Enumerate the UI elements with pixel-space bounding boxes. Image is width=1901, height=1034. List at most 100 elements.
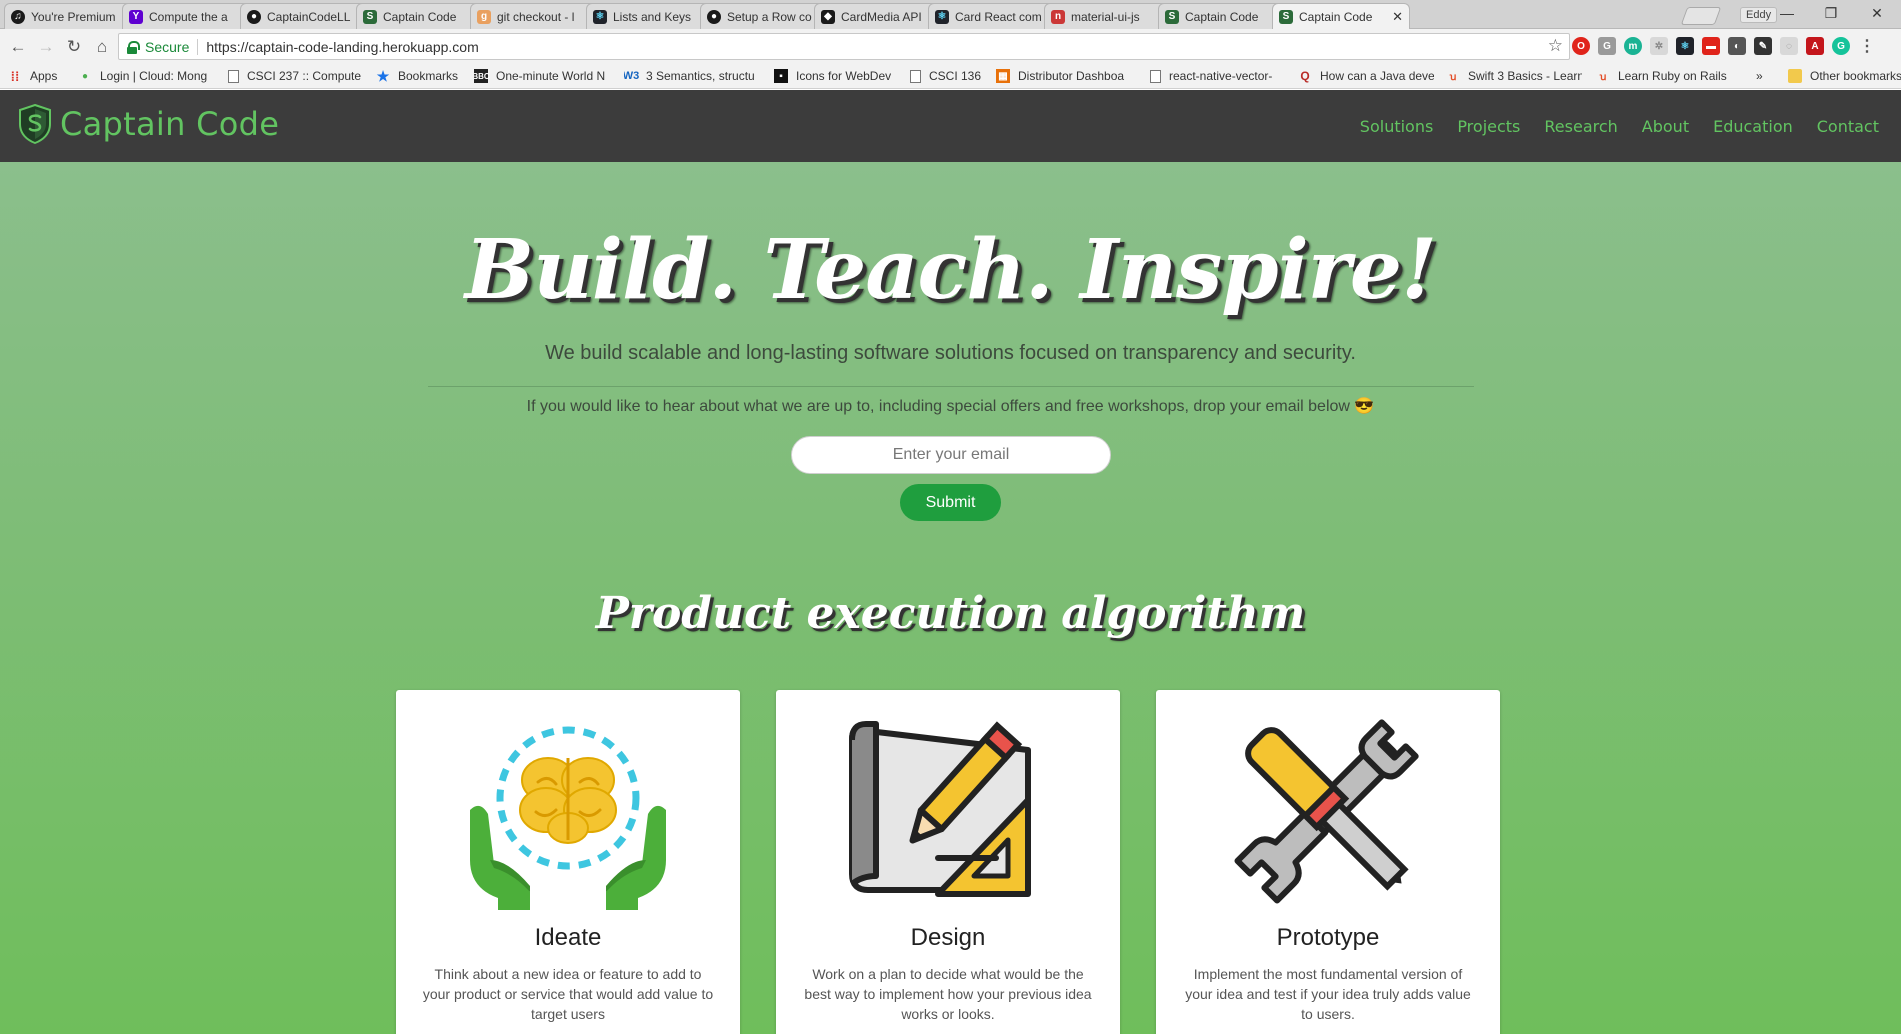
bookmark-item[interactable]: Other bookmarks — [1788, 69, 1901, 83]
nav-link-contact[interactable]: Contact — [1817, 117, 1879, 136]
tab-label: Compute the a — [149, 9, 228, 24]
github-icon: ● — [247, 9, 261, 24]
git-icon: g — [477, 9, 491, 24]
nav-link-solutions[interactable]: Solutions — [1360, 117, 1434, 136]
minimize-icon[interactable]: — — [1766, 2, 1808, 24]
bookmark-label: Bookmarks — [398, 69, 459, 83]
shield-icon: S — [363, 9, 377, 24]
reload-icon[interactable]: ↻ — [60, 37, 88, 57]
page-icon — [910, 69, 921, 83]
close-icon[interactable]: ✕ — [1392, 9, 1403, 25]
home-icon[interactable]: ⌂ — [88, 37, 116, 57]
forward-icon[interactable]: → — [32, 37, 60, 57]
bookmark-item[interactable]: BBC One-minute World N — [474, 69, 606, 83]
tab-label: You're Premium — [31, 9, 116, 24]
screwdriver-wrench-icon — [1234, 719, 1419, 904]
process-card-ideate: Ideate Think about a new idea or feature… — [396, 690, 740, 1034]
bookmark-item[interactable]: CSCI 136 — [910, 69, 981, 83]
bookmark-item[interactable]: ⁞⁞ Apps — [8, 69, 58, 83]
bookmark-star-icon[interactable]: ☆ — [1548, 36, 1563, 56]
browser-tab-strip: ♫ You're Premium ✕ Y Compute the a ✕ ● C… — [0, 0, 1901, 29]
shield-icon: S — [1279, 9, 1293, 24]
page-icon — [228, 69, 239, 83]
apps-grid-icon: ⁞⁞ — [10, 69, 20, 83]
tab-label: git checkout - l — [497, 9, 575, 24]
browser-tab-active[interactable]: S Captain Code ✕ — [1272, 3, 1410, 29]
folder-icon — [1788, 69, 1802, 83]
process-card-design: Design Work on a plan to decide what wou… — [776, 690, 1120, 1034]
restore-icon[interactable]: ❐ — [1810, 2, 1852, 24]
brand-name: Captain Code — [60, 105, 280, 143]
pdf-icon[interactable]: A — [1806, 37, 1824, 55]
menu-icon[interactable]: ⋮ — [1858, 37, 1876, 55]
bookmark-item[interactable]: Q How can a Java deve — [1298, 69, 1434, 83]
bookmark-item[interactable]: react-native-vector- — [1150, 69, 1286, 83]
hero-subtitle: We build scalable and long-lasting softw… — [545, 342, 1356, 364]
bookmark-label: Other bookmarks — [1810, 69, 1901, 83]
bookmark-item[interactable]: ▦ Distributor Dashboa — [996, 69, 1134, 83]
bookmark-item[interactable]: ● Login | Cloud: Mong — [78, 69, 213, 83]
bookmark-item[interactable]: ꭒ Swift 3 Basics - Learn — [1446, 69, 1582, 83]
extension-icon[interactable]: ✎ — [1754, 37, 1772, 55]
divider — [197, 38, 199, 55]
close-window-icon[interactable]: ✕ — [1856, 2, 1898, 24]
more-bookmarks-button[interactable]: » — [1756, 69, 1763, 83]
tab-label: Captain Code — [1299, 9, 1373, 24]
bbc-icon: BBC — [474, 69, 490, 83]
address-bar[interactable]: Secure https://captain-code-landing.hero… — [118, 33, 1570, 60]
bookmark-item[interactable]: ▪ Icons for WebDev — [774, 69, 891, 83]
nav-link-research[interactable]: Research — [1544, 117, 1617, 136]
hero-section: Build. Teach. Inspire! We build scalable… — [0, 162, 1901, 1034]
extension-icon[interactable]: ◐ — [1728, 37, 1746, 55]
react-devtools-icon[interactable]: ⚛ — [1676, 37, 1694, 55]
bookmark-label: One-minute World N — [496, 69, 606, 83]
bookmark-item[interactable]: ★ Bookmarks — [376, 69, 458, 83]
react-icon: ⚛ — [935, 9, 949, 24]
extension-icon[interactable]: m — [1624, 37, 1642, 55]
tab-label: CaptainCodeLL — [267, 9, 351, 24]
address-toolbar: ← → ↻ ⌂ Secure https://captain-code-land… — [0, 29, 1901, 65]
tab-label: CardMedia API — [841, 9, 922, 24]
newsletter-note: If you would like to hear about what we … — [526, 398, 1375, 415]
treehouse-icon: ꭒ — [1449, 72, 1457, 83]
shield-icon: S — [1165, 9, 1179, 24]
bookmark-label: How can a Java deve — [1320, 69, 1434, 83]
url-text[interactable]: https://captain-code-landing.herokuapp.c… — [206, 39, 478, 55]
material-ui-icon: ◆ — [821, 9, 835, 24]
card-text: Work on a plan to decide what would be t… — [804, 966, 1092, 1022]
bookmark-item[interactable]: ꭒ Learn Ruby on Rails — [1596, 69, 1728, 83]
bookmark-label: CSCI 237 :: Compute — [247, 69, 362, 83]
npm-icon: n — [1051, 9, 1065, 24]
email-input[interactable] — [791, 436, 1111, 474]
bookmark-label: react-native-vector- — [1169, 69, 1273, 83]
main-nav: Solutions Projects Research About Educat… — [1360, 117, 1879, 136]
nav-link-projects[interactable]: Projects — [1457, 117, 1520, 136]
brand-logo-link[interactable]: Captain Code — [18, 104, 279, 144]
opera-icon[interactable]: O — [1572, 37, 1590, 55]
bookmark-label: Swift 3 Basics - Learn — [1468, 69, 1582, 83]
card-text: Implement the most fundamental version o… — [1185, 966, 1471, 1022]
bookmark-item[interactable]: CSCI 237 :: Compute — [228, 69, 364, 83]
extension-icon[interactable]: ◌ — [1780, 37, 1798, 55]
bookmark-label: Apps — [30, 69, 58, 83]
new-tab-button[interactable] — [1680, 7, 1722, 25]
extension-icon[interactable]: ✲ — [1650, 37, 1668, 55]
bookmarks-bar: ⁞⁞ Apps ● Login | Cloud: Mong CSCI 237 :… — [0, 65, 1901, 89]
submit-button[interactable]: Submit — [900, 484, 1001, 521]
grammarly-icon[interactable]: G — [1832, 37, 1850, 55]
blueprint-pencil-icon — [849, 721, 1031, 897]
card-title: Design — [910, 924, 986, 951]
quora-icon: Q — [1300, 69, 1310, 83]
back-icon[interactable]: ← — [4, 37, 32, 57]
w3-icon: W3 — [624, 70, 640, 82]
secure-label: Secure — [145, 38, 190, 55]
tab-label: Lists and Keys — [613, 9, 692, 24]
tab-label: Card React com — [955, 9, 1042, 24]
extension-icon[interactable]: G — [1598, 37, 1616, 55]
nav-link-education[interactable]: Education — [1713, 117, 1793, 136]
bookmark-item[interactable]: W3 3 Semantics, structu — [624, 69, 760, 83]
tab-label: Captain Code — [383, 9, 457, 24]
bookmark-label: » — [1756, 69, 1763, 83]
extension-icon[interactable]: ▬ — [1702, 37, 1720, 55]
nav-link-about[interactable]: About — [1642, 117, 1689, 136]
